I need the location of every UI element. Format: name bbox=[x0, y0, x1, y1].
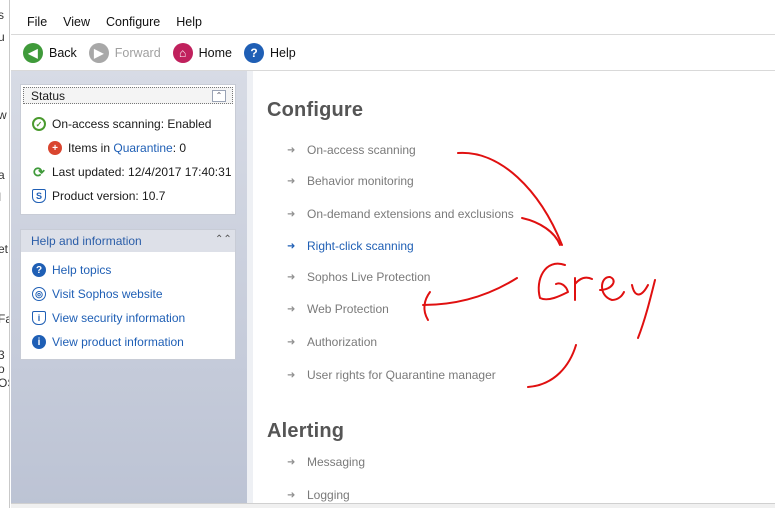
edge-text: s bbox=[0, 8, 4, 22]
product-info-label: View product information bbox=[52, 335, 184, 349]
help-button[interactable]: ? Help bbox=[243, 42, 296, 63]
arrow-right-icon: ➜ bbox=[287, 240, 296, 252]
security-info-label: View security information bbox=[52, 311, 186, 325]
task-on-access-scanning[interactable]: ➜ On-access scanning bbox=[287, 143, 416, 157]
main-content: Configure ➜ On-access scanning ➜ Behavio… bbox=[247, 71, 775, 503]
background-window-edge: s u w a I et Fa 3 o OS bbox=[0, 0, 10, 508]
task-logging[interactable]: ➜ Logging bbox=[287, 488, 350, 502]
menu-file[interactable]: File bbox=[11, 10, 55, 34]
product-version-text: Product version: 10.7 bbox=[52, 189, 166, 203]
task-live-protection[interactable]: ➜ Sophos Live Protection bbox=[287, 270, 430, 284]
quarantine-status: + Items in Quarantine: 0 bbox=[21, 136, 235, 160]
home-label: Home bbox=[198, 45, 232, 60]
items-prefix: Items in bbox=[68, 141, 114, 155]
security-shield-icon: i bbox=[32, 311, 46, 325]
visit-website-link[interactable]: ◎ Visit Sophos website bbox=[21, 282, 235, 306]
last-updated-text: Last updated: 12/4/2017 17:40:31 bbox=[52, 165, 232, 179]
task-label: Sophos Live Protection bbox=[307, 270, 431, 284]
arrow-right-icon: ➜ bbox=[287, 208, 296, 220]
arrow-right-icon: ➜ bbox=[287, 369, 296, 381]
forward-label: Forward bbox=[114, 45, 161, 60]
configure-heading: Configure bbox=[267, 99, 364, 121]
status-bar bbox=[11, 503, 775, 508]
help-panel: Help and information ⌃⌃ ? Help topics ◎ … bbox=[20, 229, 236, 360]
status-panel-header[interactable]: Status ⌃ bbox=[23, 87, 233, 104]
collapse-icon[interactable]: ⌃⌃ bbox=[215, 235, 232, 247]
back-label: Back bbox=[49, 45, 77, 60]
on-access-status-text: On-access scanning: Enabled bbox=[52, 117, 212, 131]
forward-button[interactable]: ▶ Forward bbox=[88, 42, 161, 63]
question-icon: ? bbox=[32, 263, 46, 277]
arrow-right-icon: ➜ bbox=[287, 271, 296, 283]
edge-text: u bbox=[0, 30, 5, 44]
menu-help[interactable]: Help bbox=[168, 10, 210, 34]
question-icon: ? bbox=[243, 42, 264, 63]
arrow-right-icon: ➜ bbox=[287, 489, 296, 501]
arrow-right-icon: ➜ bbox=[287, 144, 296, 156]
edge-text: 3 bbox=[0, 348, 5, 362]
sophos-shield-icon: S bbox=[32, 189, 46, 203]
info-icon: i bbox=[32, 335, 46, 349]
help-label: Help bbox=[269, 45, 296, 60]
arrow-right-icon: ➜ bbox=[287, 303, 296, 315]
edge-text: a bbox=[0, 168, 5, 182]
menu-configure[interactable]: Configure bbox=[98, 10, 168, 34]
task-label: Web Protection bbox=[307, 302, 389, 316]
edge-text: I bbox=[0, 190, 1, 204]
check-shield-icon: ✓ bbox=[32, 117, 46, 131]
help-topics-label: Help topics bbox=[52, 263, 112, 277]
collapse-icon[interactable]: ⌃ bbox=[212, 89, 226, 102]
task-quarantine-rights[interactable]: ➜ User rights for Quarantine manager bbox=[287, 368, 496, 382]
help-panel-title: Help and information bbox=[31, 234, 142, 248]
task-behavior-monitoring[interactable]: ➜ Behavior monitoring bbox=[287, 174, 414, 188]
help-panel-header[interactable]: Help and information ⌃⌃ bbox=[21, 230, 235, 252]
back-button[interactable]: ◀ Back bbox=[23, 42, 77, 63]
arrow-right-icon: ➜ bbox=[287, 175, 296, 187]
task-right-click-scanning[interactable]: ➜ Right-click scanning bbox=[287, 239, 414, 253]
visit-website-label: Visit Sophos website bbox=[52, 287, 163, 301]
edge-text: w bbox=[0, 108, 7, 122]
product-info-link[interactable]: i View product information bbox=[21, 330, 235, 354]
task-label: User rights for Quarantine manager bbox=[307, 368, 496, 382]
task-label: On-demand extensions and exclusions bbox=[307, 207, 514, 221]
home-button[interactable]: ⌂ Home bbox=[172, 42, 232, 63]
task-web-protection[interactable]: ➜ Web Protection bbox=[287, 302, 389, 316]
items-suffix: : 0 bbox=[172, 141, 187, 155]
edge-text: OS bbox=[0, 376, 9, 390]
security-info-link[interactable]: i View security information bbox=[21, 306, 235, 330]
back-arrow-icon: ◀ bbox=[23, 42, 43, 63]
forward-arrow-icon: ▶ bbox=[88, 42, 109, 63]
product-version-status: S Product version: 10.7 bbox=[21, 184, 235, 208]
task-messaging[interactable]: ➜ Messaging bbox=[287, 455, 365, 469]
menu-bar: File View Configure Help bbox=[11, 10, 775, 34]
edge-text: o bbox=[0, 362, 5, 376]
arrow-right-icon: ➜ bbox=[287, 456, 296, 468]
quarantine-status-text: Items in Quarantine: 0 bbox=[68, 141, 186, 155]
plus-icon: + bbox=[48, 141, 62, 155]
task-on-demand-exclusions[interactable]: ➜ On-demand extensions and exclusions bbox=[287, 207, 514, 221]
last-updated-status: ⟳ Last updated: 12/4/2017 17:40:31 bbox=[21, 160, 235, 184]
refresh-icon: ⟳ bbox=[33, 163, 45, 180]
menu-view[interactable]: View bbox=[55, 10, 98, 34]
edge-text: et bbox=[0, 242, 9, 256]
toolbar: ◀ Back ▶ Forward ⌂ Home ? Help bbox=[11, 34, 775, 71]
on-access-status: ✓ On-access scanning: Enabled bbox=[21, 112, 235, 136]
status-panel-title: Status bbox=[31, 88, 66, 103]
task-label: Messaging bbox=[307, 455, 366, 469]
task-authorization[interactable]: ➜ Authorization bbox=[287, 335, 377, 349]
home-icon: ⌂ bbox=[172, 42, 193, 63]
quarantine-link[interactable]: Quarantine bbox=[113, 141, 172, 155]
task-label: Authorization bbox=[307, 335, 378, 349]
alerting-heading: Alerting bbox=[267, 420, 345, 442]
sidebar: Status ⌃ ✓ On-access scanning: Enabled +… bbox=[11, 71, 247, 508]
globe-icon: ◎ bbox=[32, 287, 46, 301]
status-panel: Status ⌃ ✓ On-access scanning: Enabled +… bbox=[20, 84, 236, 215]
task-label: Right-click scanning bbox=[307, 239, 414, 253]
help-topics-link[interactable]: ? Help topics bbox=[21, 258, 235, 282]
task-label: On-access scanning bbox=[307, 143, 416, 157]
edge-text: Fa bbox=[0, 312, 9, 326]
task-label: Behavior monitoring bbox=[307, 174, 414, 188]
task-label: Logging bbox=[307, 488, 350, 502]
arrow-right-icon: ➜ bbox=[287, 336, 296, 348]
